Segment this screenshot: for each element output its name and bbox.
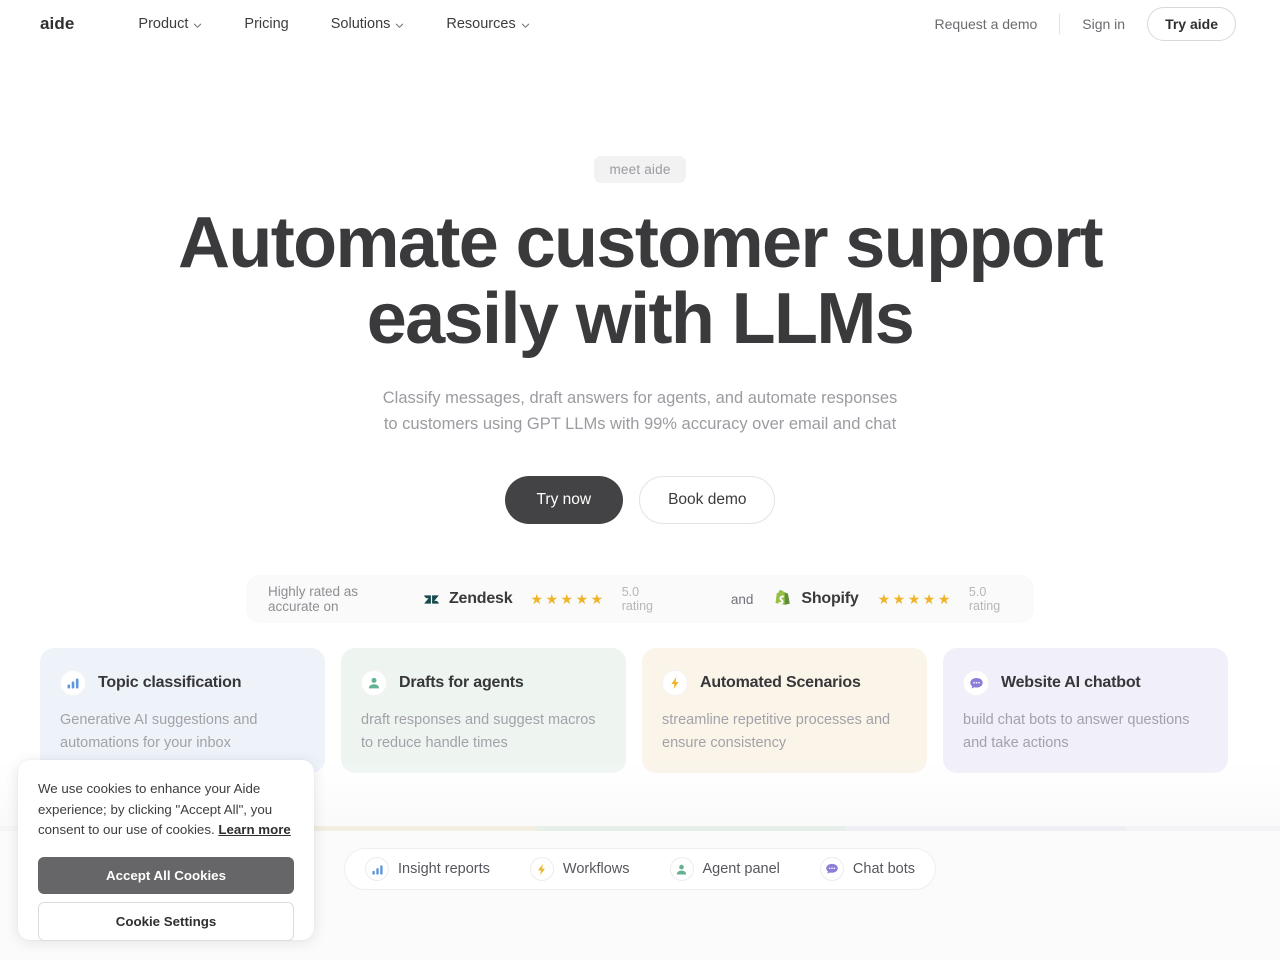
ratings-label: Highly rated as accurate on [268,584,359,614]
lightning-bolt-icon [662,670,688,696]
zendesk-star-rating: ★★★★★ [530,590,606,607]
request-demo-link[interactable]: Request a demo [935,16,1038,32]
nav-divider [1059,14,1061,34]
card-description: Generative AI suggestions and automation… [60,712,258,751]
card-header: Topic classification [60,670,305,696]
book-demo-button[interactable]: Book demo [639,476,776,524]
cookie-consent-banner: We use cookies to enhance your Aide expe… [18,760,314,941]
nav-item-resources[interactable]: Resources [446,16,529,32]
nav-item-solutions-label: Solutions [330,16,391,32]
hero-title-line-1: Automate customer support [177,203,1104,283]
nav-item-product-label: Product [138,16,189,32]
card-title: Automated Scenarios [700,674,861,691]
hero-subtitle: Classify messages, draft answers for age… [382,389,898,433]
ratings-bar: Highly rated as accurate on Zendesk ★★★★… [246,575,1034,623]
tab-label: Workflows [562,861,630,877]
card-description: build chat bots to answer questions and … [963,712,1190,751]
nav-item-pricing-label: Pricing [244,16,289,32]
card-header: Website AI chatbot [963,670,1208,696]
zendesk-brand-name: Zendesk [448,590,513,607]
cookie-consent-text: We use cookies to enhance your Aide expe… [38,779,294,841]
card-title: Drafts for agents [399,674,524,691]
hero-section: meet aide Automate customer support easi… [0,48,1280,524]
feature-tab-bar: Insight reports Workflows Agent panel Ch… [344,848,936,890]
hero-title-line-2: easily with LLMs [366,279,915,359]
landing-page: aide Product Pricing Solutions Resources… [0,0,1280,960]
card-title: Topic classification [98,674,242,691]
zendesk-rating-value: 5.0 rating [621,585,653,613]
chat-bubble-icon [819,857,844,881]
feature-card-drafts-for-agents[interactable]: Drafts for agents draft responses and su… [341,648,626,773]
hero-cta-group: Try now Book demo [0,476,1280,524]
person-icon [361,670,387,696]
card-description: draft responses and suggest macros to re… [361,712,596,751]
brand-logo[interactable]: aide [40,14,74,34]
person-icon [669,857,694,881]
accept-all-cookies-button[interactable]: Accept All Cookies [38,856,294,894]
bar-chart-icon [60,670,86,696]
page-title: Automate customer support easily with LL… [0,205,1280,357]
rating-item-shopify: Shopify [775,589,859,609]
card-description: streamline repetitive processes and ensu… [662,712,891,751]
feature-card-automated-scenarios[interactable]: Automated Scenarios streamline repetitiv… [642,648,927,773]
chat-bubble-icon [963,670,989,696]
tab-agent-panel[interactable]: Agent panel [666,857,784,881]
tab-insight-reports[interactable]: Insight reports [361,857,494,881]
cookie-settings-button[interactable]: Cookie Settings [38,901,294,941]
try-now-button[interactable]: Try now [504,476,624,524]
try-aide-button[interactable]: Try aide [1147,7,1236,41]
nav-item-solutions[interactable]: Solutions [331,16,405,32]
shopify-brand-name: Shopify [801,590,859,607]
nav-left-group: aide Product Pricing Solutions Resources [0,14,530,34]
chevron-down-icon [395,21,404,30]
card-title: Website AI chatbot [1001,674,1141,691]
nav-item-resources-label: Resources [446,16,516,32]
chevron-down-icon [521,21,530,30]
chevron-down-icon [193,21,202,30]
zendesk-logo-icon [423,591,440,608]
tab-label: Insight reports [398,861,490,877]
feature-card-website-ai-chatbot[interactable]: Website AI chatbot build chat bots to an… [943,648,1228,773]
rating-item-zendesk: Zendesk [423,590,513,608]
learn-more-link[interactable]: Learn more [218,822,290,837]
nav-item-pricing[interactable]: Pricing [244,16,288,32]
feature-cards-row: Topic classification Generative AI sugge… [40,648,1240,773]
top-navigation-bar: aide Product Pricing Solutions Resources… [0,0,1280,48]
sign-in-link[interactable]: Sign in [1082,16,1125,32]
card-header: Drafts for agents [361,670,606,696]
tab-label: Chat bots [852,861,915,877]
shopify-logo-icon [775,589,792,609]
shopify-rating-value: 5.0 rating [968,585,1001,613]
nav-item-product[interactable]: Product [138,16,202,32]
nav-links: Product Pricing Solutions Resources [138,16,529,32]
tab-chat-bots[interactable]: Chat bots [816,857,919,881]
shopify-star-rating: ★★★★★ [877,590,953,607]
lightning-bolt-icon [529,857,554,881]
tab-label: Agent panel [702,861,780,877]
nav-right-group: Request a demo Sign in Try aide [935,7,1280,41]
feature-card-topic-classification[interactable]: Topic classification Generative AI sugge… [40,648,325,773]
tab-workflows[interactable]: Workflows [526,857,634,881]
card-header: Automated Scenarios [662,670,907,696]
ratings-conjunction: and [730,591,754,607]
bar-chart-icon [365,857,389,881]
hero-eyebrow-badge: meet aide [594,156,686,183]
